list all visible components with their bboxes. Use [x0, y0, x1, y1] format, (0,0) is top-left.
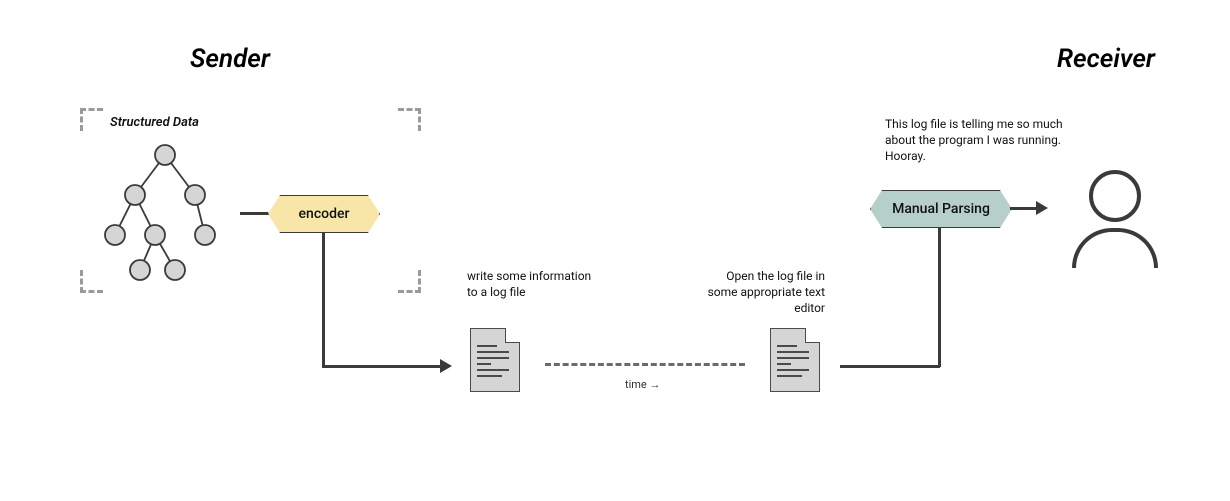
write-log-caption: write some information to a log file: [467, 268, 597, 300]
time-label: time →: [625, 378, 660, 391]
connector: [840, 365, 940, 368]
person-icon: [1072, 170, 1158, 268]
connector: [322, 232, 325, 367]
receiver-speech: This log file is telling me so much abou…: [885, 116, 1085, 165]
connector: [322, 365, 442, 368]
open-log-caption: Open the log file in some appropriate te…: [695, 268, 825, 317]
connector: [240, 212, 268, 215]
time-dashed-line: [545, 363, 745, 366]
sender-heading: Sender: [190, 44, 270, 74]
arrow-right-icon: [1036, 201, 1048, 215]
bracket-corner: [398, 108, 421, 131]
connector: [938, 225, 941, 367]
connector: [1010, 207, 1038, 210]
diagram: Sender Receiver Structured Data encoder: [0, 0, 1230, 501]
encoder-step: encoder: [268, 195, 380, 233]
receiver-heading: Receiver: [1057, 44, 1155, 74]
bracket-corner: [398, 270, 421, 293]
structured-data-label: Structured Data: [110, 115, 199, 130]
document-icon: [470, 328, 520, 392]
arrow-right-icon: [440, 359, 452, 373]
document-icon: [770, 328, 820, 392]
manual-parsing-step: Manual Parsing: [870, 190, 1012, 228]
tree-icon: [95, 135, 235, 285]
bracket-corner: [80, 108, 103, 131]
